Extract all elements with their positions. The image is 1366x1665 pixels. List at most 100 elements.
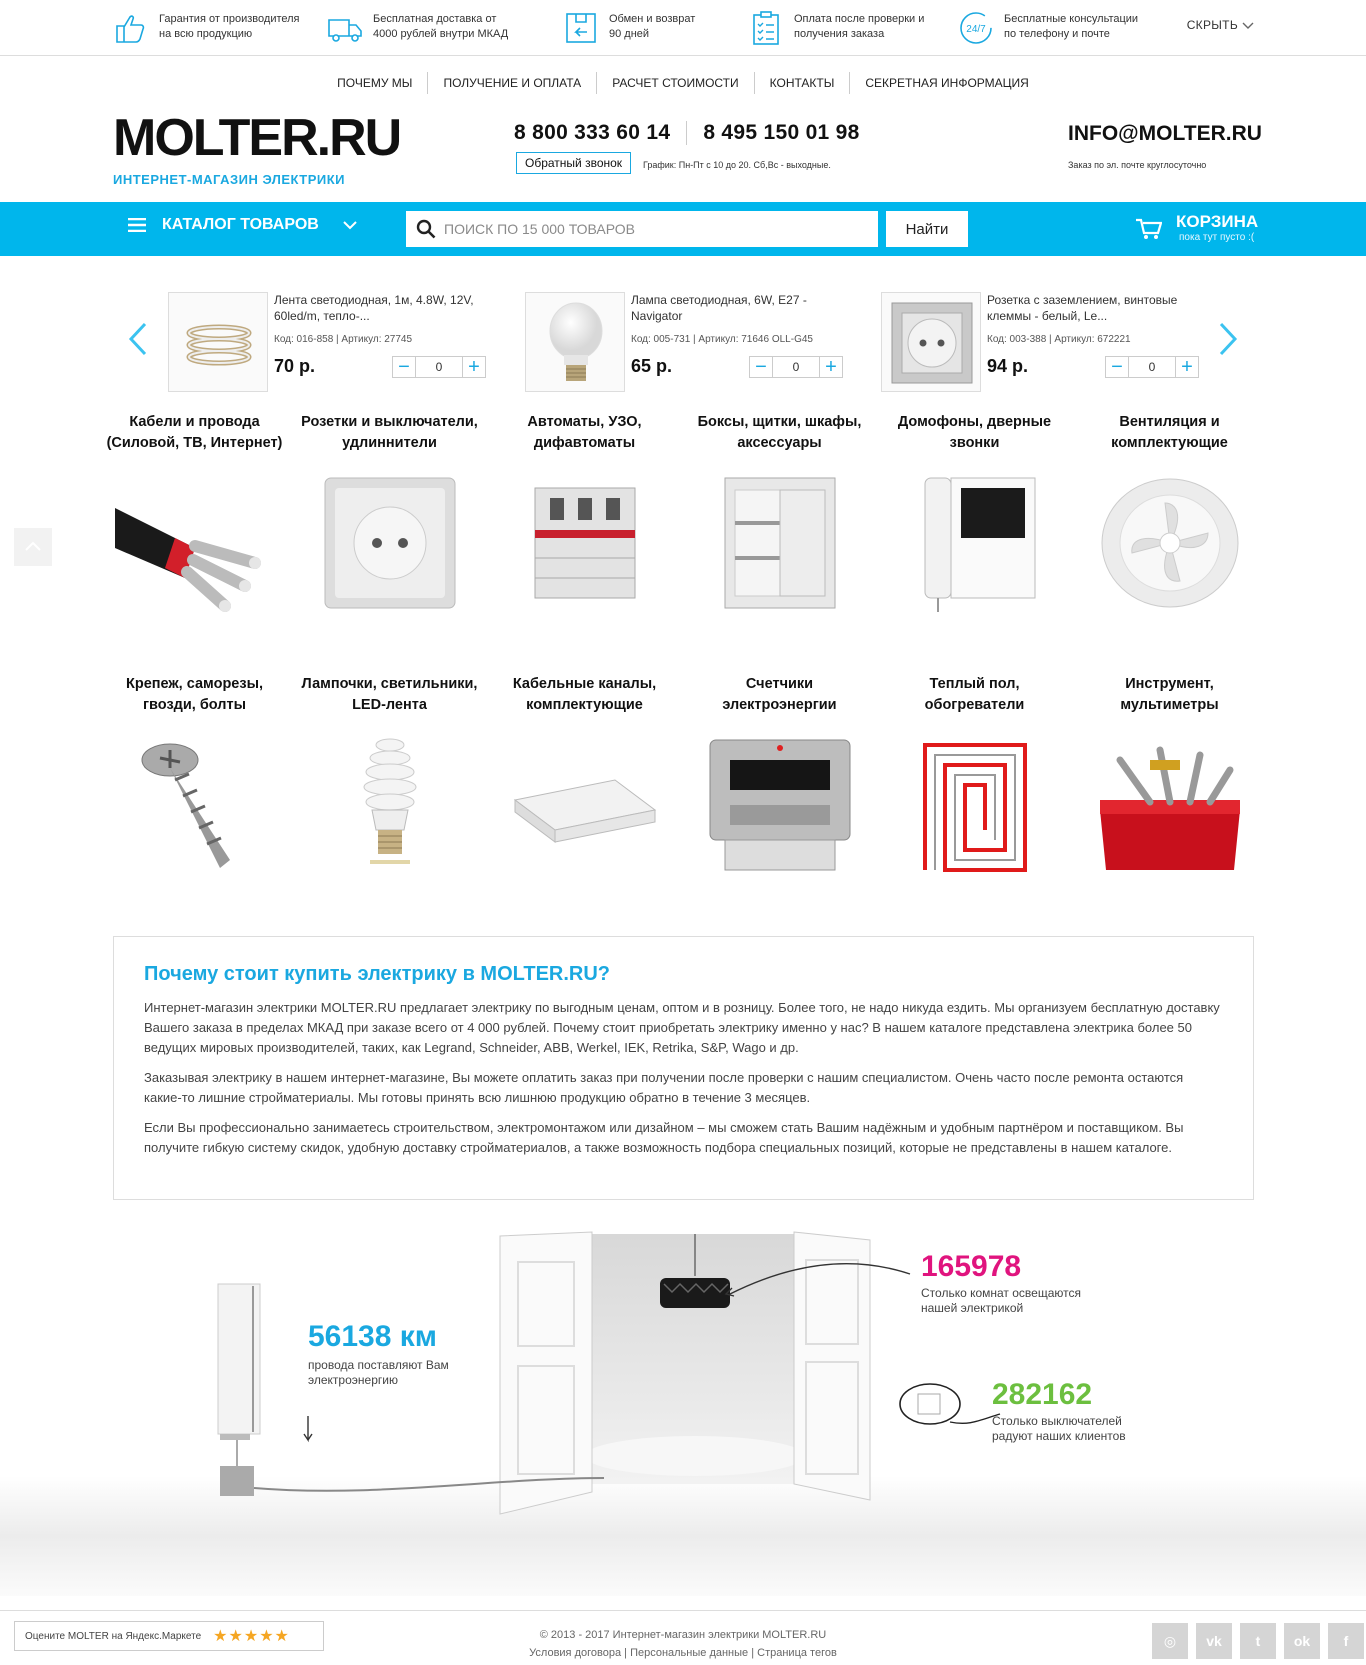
why-section: Почему стоит купить электрику в MOLTER.R… <box>113 936 1254 1200</box>
privacy-link[interactable]: Персональные данные <box>630 1647 748 1659</box>
intercom-image <box>924 477 1035 612</box>
product-image[interactable] <box>525 292 625 392</box>
category-title: Автоматы, УЗО, дифавтоматы <box>487 412 682 456</box>
category-cable-channels[interactable]: Кабельные каналы, комплектующие <box>487 674 682 885</box>
site-logo[interactable]: MOLTER.RU <box>113 112 402 164</box>
social-links: ◎ vk t ok f <box>1144 1623 1364 1659</box>
category-cables[interactable]: Кабели и провода (Силовой, ТВ, Интернет) <box>97 412 292 623</box>
benefit-text: Гарантия от производителя <box>159 13 300 25</box>
stats-illustration <box>0 1231 1366 1596</box>
category-sockets[interactable]: Розетки и выключатели, удлиннители <box>292 412 487 623</box>
spiral-lamp-image <box>363 738 416 864</box>
email-note: Заказ по эл. почте круглосуточно <box>1068 160 1207 170</box>
search-input[interactable] <box>444 211 864 247</box>
category-breakers[interactable]: Автоматы, УЗО, дифавтоматы <box>487 412 682 623</box>
phone-1[interactable]: 8 800 333 60 14 <box>512 121 688 145</box>
quantity-input[interactable]: 0 <box>1129 356 1175 378</box>
terms-link[interactable]: Условия договора <box>529 1647 621 1659</box>
stat-text-line: радуют наших клиентов <box>992 1429 1126 1443</box>
quantity-input[interactable]: 0 <box>416 356 462 378</box>
category-boxes[interactable]: Боксы, щитки, шкафы, аксессуары <box>682 412 877 623</box>
stat-text-line: провода поставляют Вам <box>308 1358 449 1372</box>
plus-button[interactable]: + <box>1175 356 1199 378</box>
tags-link[interactable]: Страница тегов <box>757 1647 837 1659</box>
category-title: Лампочки, светильники, LED-лента <box>292 674 487 718</box>
why-title: Почему стоит купить электрику в MOLTER.R… <box>144 963 611 985</box>
benefit-text: на всю продукцию <box>159 28 253 40</box>
minus-button[interactable]: − <box>749 356 773 378</box>
category-floor-heating[interactable]: Теплый пол, обогреватели <box>877 674 1072 885</box>
cart-status: пока тут пусто :( <box>1179 232 1255 243</box>
carousel-next-icon[interactable] <box>1218 322 1238 356</box>
stat-text-line: Столько комнат освещаются <box>921 1286 1081 1300</box>
stat-switch-number: 282162 <box>992 1378 1093 1411</box>
carousel-prev-icon[interactable] <box>128 322 148 356</box>
chevron-down-icon <box>1242 22 1254 29</box>
product-image[interactable] <box>168 292 268 392</box>
email-link[interactable]: INFO@MOLTER.RU <box>1068 122 1262 146</box>
category-title-line: LED-лента <box>352 697 427 713</box>
category-fasteners[interactable]: Крепеж, саморезы, гвозди, болты <box>97 674 292 885</box>
category-lamps[interactable]: Лампочки, светильники, LED-лента <box>292 674 487 885</box>
instagram-icon[interactable]: ◎ <box>1152 1623 1188 1659</box>
product-name[interactable]: Розетка с заземлением, винтовые клеммы -… <box>987 292 1207 324</box>
quantity-stepper: −0 + <box>1105 356 1199 378</box>
callback-button[interactable]: Обратный звонок <box>516 152 632 174</box>
benefit-text: Бесплатные консультации <box>1004 13 1139 25</box>
category-tools[interactable]: Инструмент, мультиметры <box>1072 674 1267 885</box>
phone-2[interactable]: 8 495 150 01 98 <box>687 121 875 145</box>
checklist-icon <box>753 11 779 45</box>
delivery-truck-icon <box>328 19 362 42</box>
category-title-line: Розетки и выключатели, <box>301 414 478 430</box>
product-price: 70 р. <box>274 356 316 376</box>
vk-icon[interactable]: vk <box>1196 1623 1232 1659</box>
stat-text-line: нашей электрикой <box>921 1301 1024 1315</box>
odnoklassniki-icon[interactable]: ok <box>1284 1623 1320 1659</box>
stat-cable-number: 56138 км <box>308 1320 437 1353</box>
cart-button[interactable]: КОРЗИНА пока тут пусто :( <box>1136 212 1258 243</box>
category-title-line: Крепеж, саморезы, <box>126 676 263 692</box>
category-title-line: Кабели и провода <box>129 414 260 430</box>
category-title-line: Счетчики <box>745 676 814 692</box>
product-card: Лампа светодиодная, 6W, E27 - Navigator … <box>525 292 855 392</box>
floor-heating-image <box>922 743 1027 872</box>
category-title-line: Теплый пол, <box>929 676 1020 692</box>
breaker-image <box>534 487 635 599</box>
hide-benefits-button[interactable]: СКРЫТЬ <box>1187 18 1254 32</box>
nav-secret-info[interactable]: СЕКРЕТНАЯ ИНФОРМАЦИЯ <box>849 72 1043 94</box>
plus-button[interactable]: + <box>819 356 843 378</box>
minus-button[interactable]: − <box>392 356 416 378</box>
quantity-stepper: −0 + <box>749 356 843 378</box>
quantity-input[interactable]: 0 <box>773 356 819 378</box>
search-button[interactable]: Найти <box>886 211 968 247</box>
category-title-line: электроэнергии <box>722 697 837 713</box>
product-image[interactable] <box>881 292 981 392</box>
nav-why-us[interactable]: ПОЧЕМУ МЫ <box>322 72 427 94</box>
category-title: Розетки и выключатели, удлиннители <box>292 412 487 456</box>
main-bar: КАТАЛОГ ТОВАРОВ Найти КОРЗИНА пока тут п… <box>0 202 1366 256</box>
footer: Оцените MOLTER на Яндекс.Маркете ★★★★★ © … <box>0 1610 1366 1665</box>
nav-cost-calc[interactable]: РАСЧЕТ СТОИМОСТИ <box>596 72 753 94</box>
nav-contacts[interactable]: КОНТАКТЫ <box>753 72 850 94</box>
category-title-line: Вентиляция и <box>1119 414 1220 430</box>
catalog-menu-button[interactable]: КАТАЛОГ ТОВАРОВ <box>128 216 357 234</box>
category-intercoms[interactable]: Домофоны, дверные звонки <box>877 412 1072 623</box>
plus-button[interactable]: + <box>462 356 486 378</box>
category-meters[interactable]: Счетчики электроэнергии <box>682 674 877 885</box>
stat-cable-text: провода поставляют Вам электроэнергию <box>308 1358 449 1388</box>
category-title: Счетчики электроэнергии <box>682 674 877 718</box>
minus-button[interactable]: − <box>1105 356 1129 378</box>
category-title-line: дифавтоматы <box>533 435 636 451</box>
svg-text:24/7: 24/7 <box>966 24 986 35</box>
product-name[interactable]: Лампа светодиодная, 6W, E27 - Navigator <box>631 292 851 324</box>
category-title-line: гвозди, болты <box>143 697 246 713</box>
product-name[interactable]: Лента светодиодная, 1м, 4.8W, 12V, 60led… <box>274 292 494 324</box>
category-ventilation[interactable]: Вентиляция и комплектующие <box>1072 412 1267 623</box>
twitter-icon[interactable]: t <box>1240 1623 1276 1659</box>
nav-delivery-payment[interactable]: ПОЛУЧЕНИЕ И ОПЛАТА <box>427 72 596 94</box>
facebook-icon[interactable]: f <box>1328 1623 1364 1659</box>
scroll-top-button[interactable] <box>14 528 52 566</box>
benefit-text: 90 дней <box>609 28 650 40</box>
benefit-text: по телефону и почте <box>1004 28 1110 40</box>
benefit-payment: Оплата после проверки и получения заказа <box>748 10 924 46</box>
